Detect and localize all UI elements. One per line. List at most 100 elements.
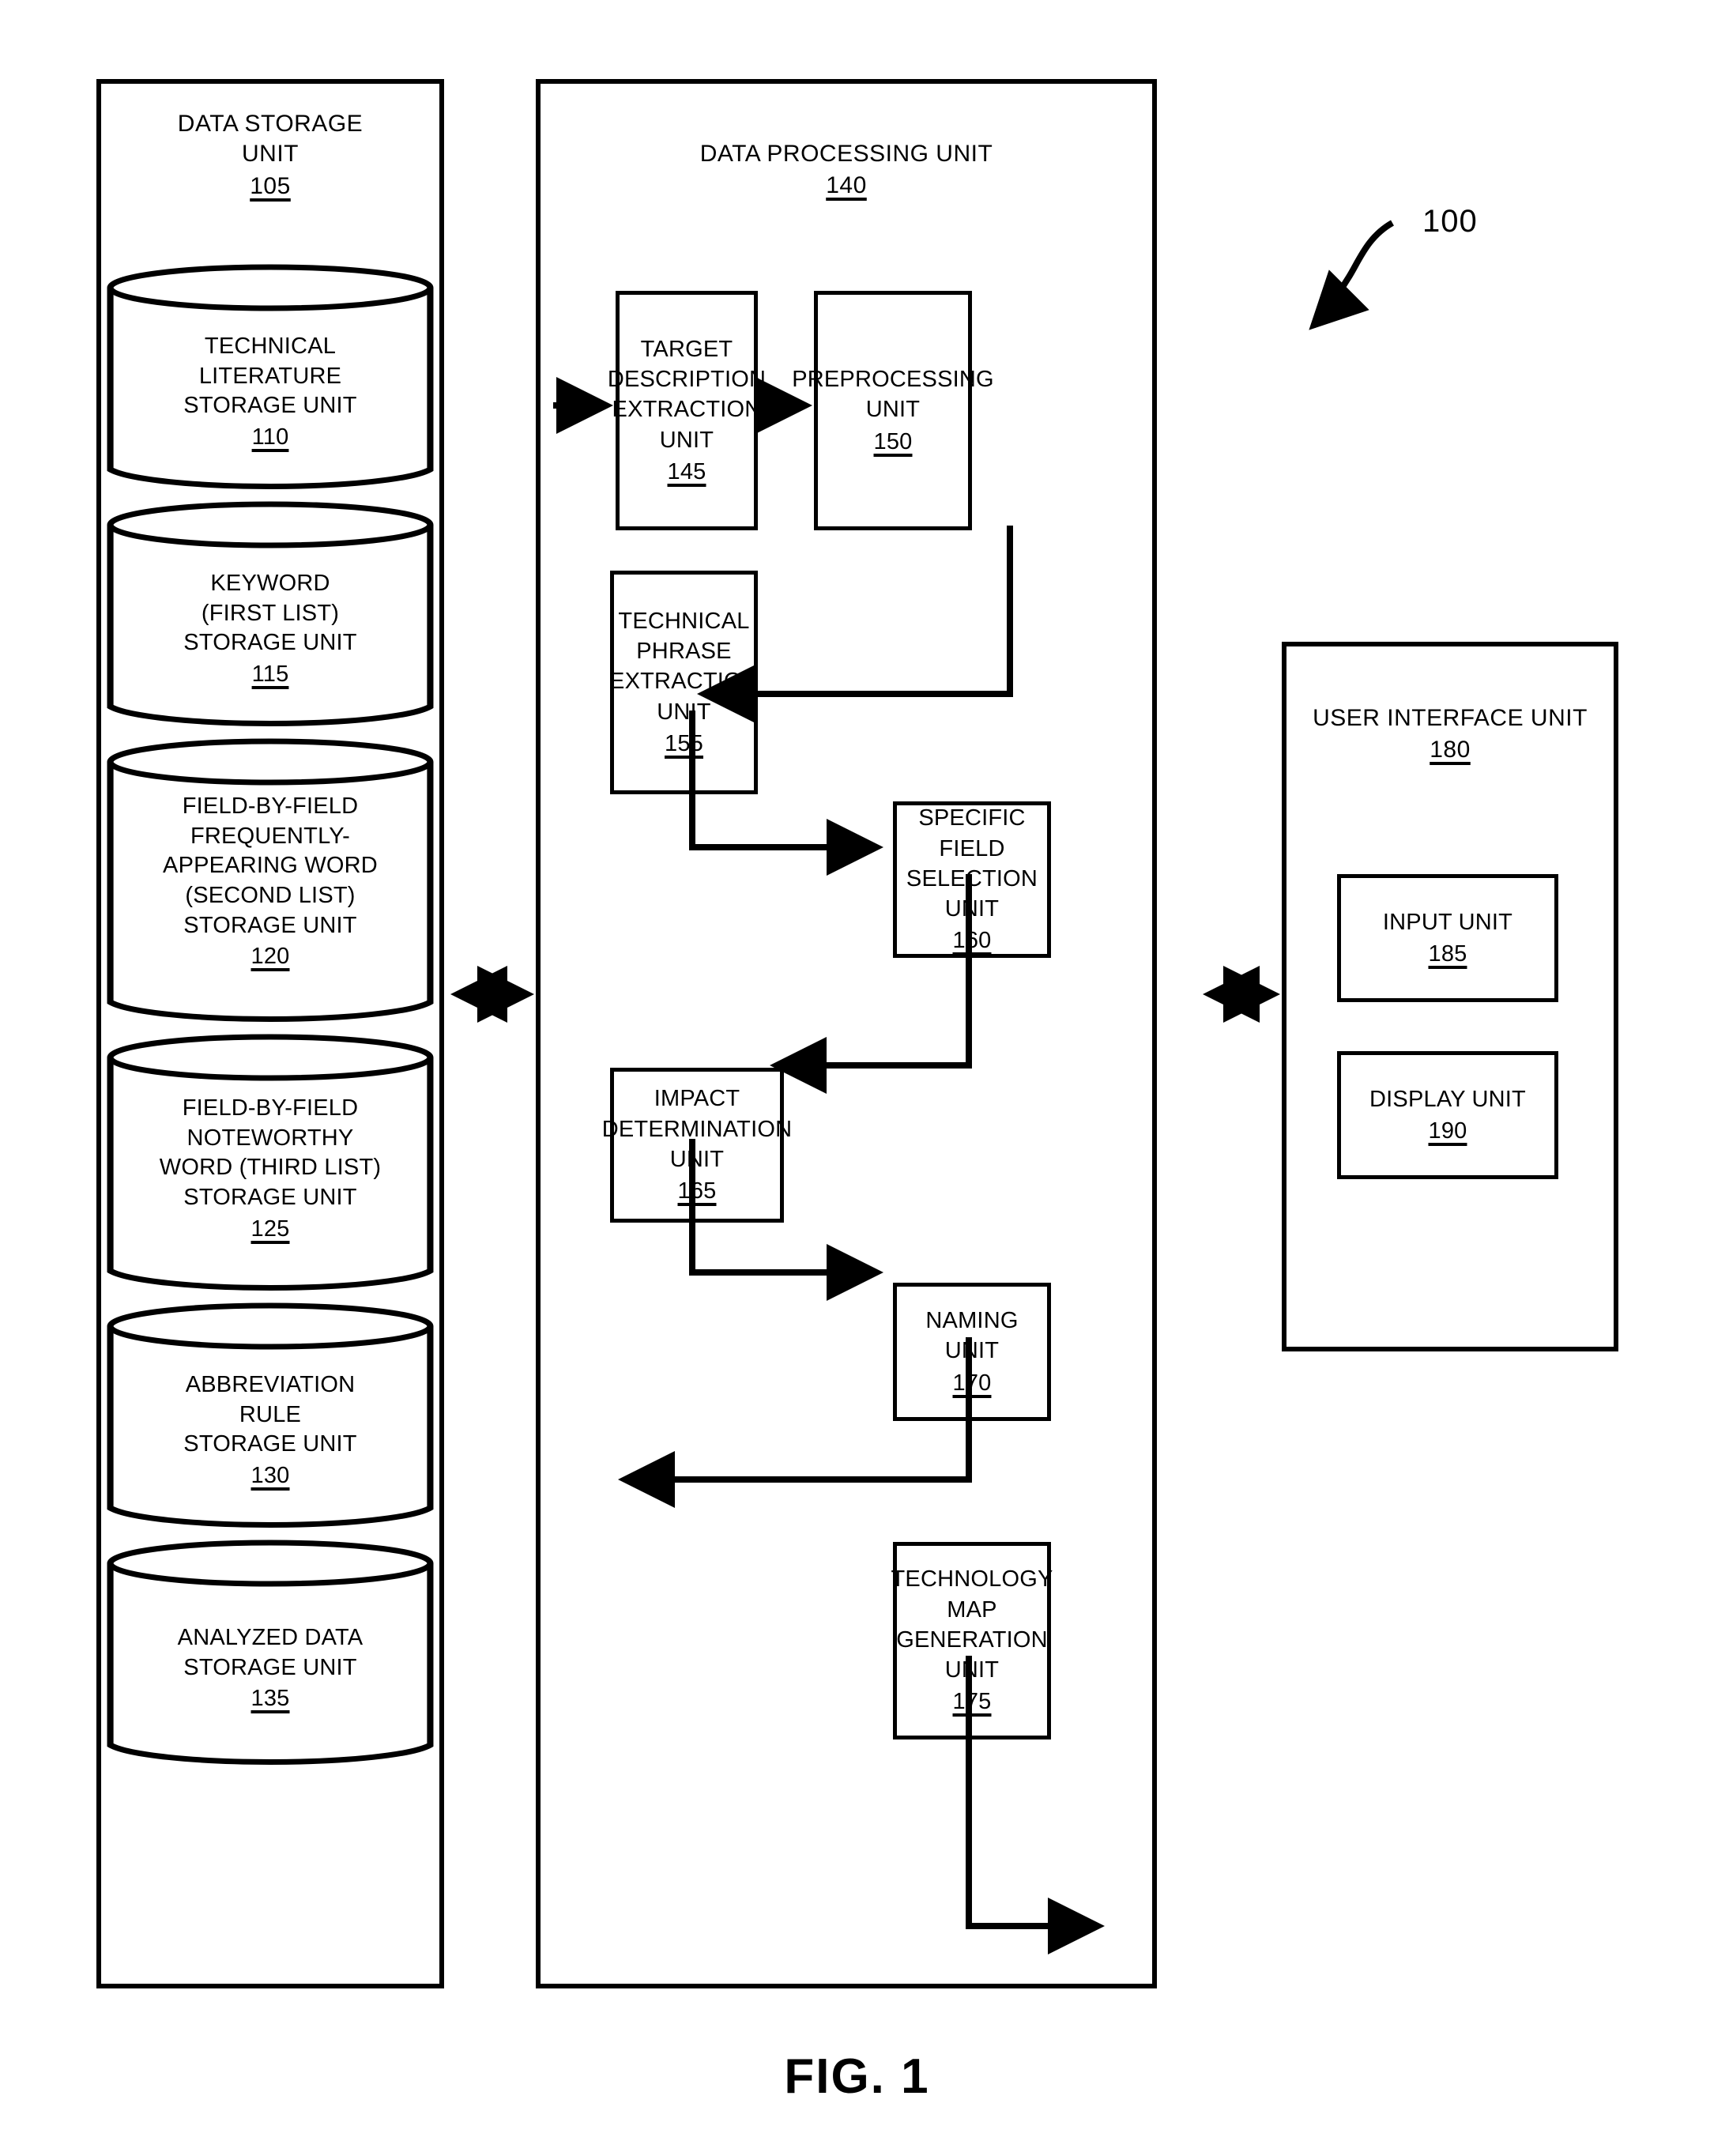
target-description-extraction-unit-label: TARGET DESCRIPTION EXTRACTION UNIT 145 xyxy=(603,334,770,487)
unit-ref: 145 xyxy=(667,458,706,484)
specific-field-selection-unit-box[interactable]: SPECIFIC FIELD SELECTION UNIT 160 xyxy=(893,801,1051,958)
label-line: FIELD-BY-FIELD xyxy=(182,793,359,819)
analyzed-data-storage-unit[interactable]: ANALYZED DATA STORAGE UNIT 135 xyxy=(101,1540,439,1769)
field-by-field-noteworthy-word-storage-unit[interactable]: FIELD-BY-FIELD NOTEWORTHY WORD (THIRD LI… xyxy=(101,1034,439,1295)
subunit-ref: 190 xyxy=(1428,1118,1467,1144)
label-line: STORAGE UNIT xyxy=(183,393,357,419)
unit-ref: 175 xyxy=(952,1689,992,1715)
label-line: EXTRACTION xyxy=(612,397,762,423)
analyzed-data-storage-unit-label: ANALYZED DATA STORAGE UNIT 135 xyxy=(101,1623,439,1714)
preprocessing-unit-box[interactable]: PREPROCESSING UNIT 150 xyxy=(792,291,994,530)
label-line: FIELD-BY-FIELD xyxy=(182,1095,359,1121)
technical-literature-storage-unit[interactable]: TECHNICAL LITERATURE STORAGE UNIT 110 xyxy=(101,264,439,493)
label-line: DESCRIPTION xyxy=(607,367,767,393)
preprocessing-unit-label: PREPROCESSING UNIT 150 xyxy=(787,364,999,457)
label-line: ABBREVIATION xyxy=(185,1372,356,1397)
technical-phrase-extraction-unit-label: TECHNICAL PHRASE EXTRACTION UNIT 155 xyxy=(605,606,763,759)
label-line: STORAGE UNIT xyxy=(183,912,357,938)
impact-determination-unit-box[interactable]: IMPACT DETERMINATION UNIT 165 xyxy=(602,1068,792,1223)
system-callout-leader xyxy=(1309,220,1395,330)
target-description-extraction-unit-box[interactable]: TARGET DESCRIPTION EXTRACTION UNIT 145 xyxy=(608,291,766,530)
data-processing-unit-panel: DATA PROCESSING UNIT 140 TARGET DESCRIPT… xyxy=(536,79,1157,1988)
label-line: RULE xyxy=(239,1401,302,1427)
unit-ref: 165 xyxy=(677,1178,717,1204)
naming-unit-box[interactable]: NAMING UNIT 170 xyxy=(893,1283,1051,1421)
unit-ref: 150 xyxy=(873,428,913,454)
label-line: PREPROCESSING xyxy=(792,367,994,393)
label-line: GENERATION xyxy=(896,1626,1048,1653)
unit-ref: 160 xyxy=(952,928,992,954)
label-line: NOTEWORTHY xyxy=(186,1125,354,1151)
label-line: STORAGE UNIT xyxy=(183,630,357,656)
store-ref: 125 xyxy=(251,1216,290,1242)
user-interface-unit-title-line1: USER INTERFACE UNIT xyxy=(1313,705,1588,731)
label-line: DETERMINATION xyxy=(601,1116,793,1142)
user-interface-unit-title: USER INTERFACE UNIT 180 xyxy=(1286,703,1614,766)
label-line: NAMING xyxy=(925,1308,1019,1334)
store-ref: 110 xyxy=(251,424,289,450)
label-line: TECHNICAL xyxy=(618,608,750,634)
technical-literature-storage-unit-label: TECHNICAL LITERATURE STORAGE UNIT 110 xyxy=(101,332,439,453)
label-line: IMPACT xyxy=(654,1086,740,1112)
input-unit-box[interactable]: INPUT UNIT 185 xyxy=(1337,874,1558,1002)
label-line: TECHNOLOGY xyxy=(891,1566,1053,1592)
label-line: INPUT UNIT xyxy=(1382,909,1513,935)
label-line: UNIT xyxy=(669,1147,725,1172)
figure-caption: FIG. 1 xyxy=(784,2049,930,2104)
label-line: (FIRST LIST) xyxy=(201,600,340,626)
label-line: STORAGE UNIT xyxy=(183,1431,357,1457)
label-line: LITERATURE xyxy=(198,363,342,389)
input-unit-label: INPUT UNIT 185 xyxy=(1378,907,1517,970)
label-line: ANALYZED DATA xyxy=(177,1625,364,1650)
patent-figure: DATA STORAGE UNIT 105 TECHNICAL LITERATU… xyxy=(0,0,1714,2156)
user-interface-unit-panel: USER INTERFACE UNIT 180 INPUT UNIT 185 D… xyxy=(1282,642,1618,1351)
data-storage-unit-title-line1: DATA STORAGE xyxy=(177,111,364,137)
data-storage-unit-ref: 105 xyxy=(250,172,291,199)
keyword-first-list-storage-unit-label: KEYWORD (FIRST LIST) STORAGE UNIT 115 xyxy=(101,569,439,690)
user-interface-unit-ref: 180 xyxy=(1430,737,1471,763)
label-line: KEYWORD xyxy=(210,571,330,596)
technology-map-generation-unit-box[interactable]: TECHNOLOGY MAP GENERATION UNIT 175 xyxy=(891,1542,1053,1740)
label-line: APPEARING WORD xyxy=(163,853,378,879)
keyword-first-list-storage-unit[interactable]: KEYWORD (FIRST LIST) STORAGE UNIT 115 xyxy=(101,501,439,730)
label-line: UNIT xyxy=(657,699,711,725)
label-line: FREQUENTLY- xyxy=(190,823,350,849)
display-unit-box[interactable]: DISPLAY UNIT 190 xyxy=(1337,1051,1558,1179)
naming-unit-label: NAMING UNIT 170 xyxy=(921,1306,1023,1398)
store-ref: 130 xyxy=(251,1463,290,1489)
label-line: TECHNICAL xyxy=(204,334,337,359)
label-line: SELECTION xyxy=(906,865,1038,891)
display-unit-label: DISPLAY UNIT 190 xyxy=(1365,1084,1531,1147)
label-line: PHRASE xyxy=(636,639,732,665)
unit-ref: 155 xyxy=(665,730,703,756)
label-line: SPECIFIC FIELD xyxy=(918,805,1026,861)
technology-map-generation-unit-label: TECHNOLOGY MAP GENERATION UNIT 175 xyxy=(886,1564,1057,1717)
impact-determination-unit-label: IMPACT DETERMINATION UNIT 165 xyxy=(597,1084,797,1206)
data-storage-unit-title: DATA STORAGE UNIT 105 xyxy=(101,109,439,202)
data-processing-unit-ref: 140 xyxy=(826,172,867,199)
label-line: UNIT xyxy=(659,427,714,453)
data-storage-unit-title-line2: UNIT xyxy=(242,141,299,168)
abbreviation-rule-storage-unit-label: ABBREVIATION RULE STORAGE UNIT 130 xyxy=(101,1370,439,1491)
label-line: TARGET xyxy=(640,336,733,362)
store-ref: 120 xyxy=(251,944,290,970)
system-callout-100: 100 xyxy=(1422,204,1478,239)
specific-field-selection-unit-label: SPECIFIC FIELD SELECTION UNIT 160 xyxy=(897,803,1047,956)
field-by-field-frequently-appearing-word-storage-unit-label: FIELD-BY-FIELD FREQUENTLY- APPEARING WOR… xyxy=(101,792,439,972)
label-line: WORD (THIRD LIST) xyxy=(159,1155,382,1181)
data-storage-unit-panel: DATA STORAGE UNIT 105 TECHNICAL LITERATU… xyxy=(96,79,444,1988)
field-by-field-frequently-appearing-word-storage-unit[interactable]: FIELD-BY-FIELD FREQUENTLY- APPEARING WOR… xyxy=(101,738,439,1026)
label-line: UNIT xyxy=(944,1338,1000,1364)
label-line: DISPLAY UNIT xyxy=(1369,1086,1526,1112)
technical-phrase-extraction-unit-box[interactable]: TECHNICAL PHRASE EXTRACTION UNIT 155 xyxy=(609,571,759,794)
abbreviation-rule-storage-unit[interactable]: ABBREVIATION RULE STORAGE UNIT 130 xyxy=(101,1302,439,1532)
field-by-field-noteworthy-word-storage-unit-label: FIELD-BY-FIELD NOTEWORTHY WORD (THIRD LI… xyxy=(101,1094,439,1244)
label-line: UNIT xyxy=(944,1657,1000,1683)
label-line: UNIT xyxy=(944,896,1000,922)
label-line: STORAGE UNIT xyxy=(183,1654,357,1680)
label-line: UNIT xyxy=(865,397,921,423)
label-line: EXTRACTION xyxy=(609,669,759,695)
label-line: STORAGE UNIT xyxy=(183,1185,357,1211)
store-ref: 115 xyxy=(251,662,289,688)
unit-ref: 170 xyxy=(952,1370,992,1396)
